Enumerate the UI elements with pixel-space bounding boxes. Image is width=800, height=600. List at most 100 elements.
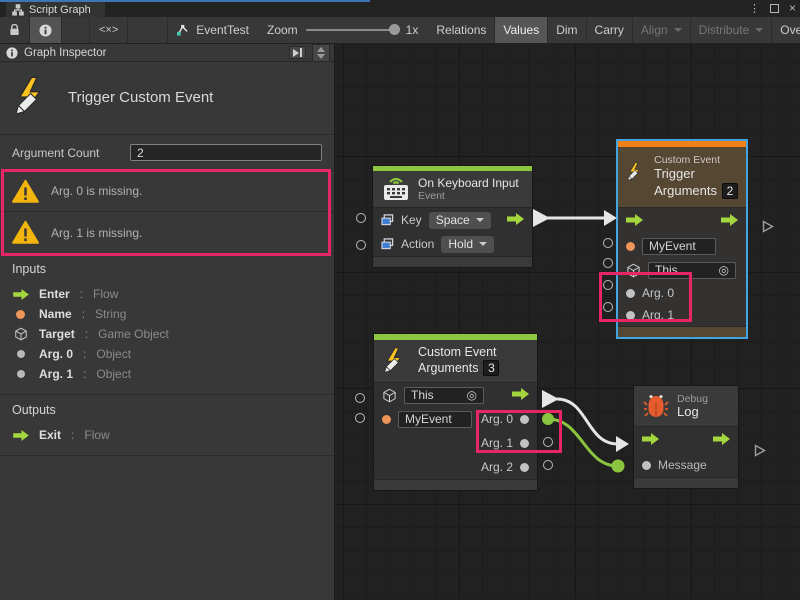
dim-button[interactable]: Dim [548,17,586,43]
object-port-icon[interactable] [626,289,635,298]
trigger-target-input-port[interactable] [603,258,613,268]
object-port-icon[interactable] [642,461,651,470]
bug-icon [643,393,669,419]
string-port-icon[interactable] [382,415,391,424]
object-port-icon[interactable] [520,439,529,448]
object-port-icon[interactable] [520,463,529,472]
flow-row [618,208,746,234]
node-on-keyboard-input[interactable]: On Keyboard Input Event Key Space [372,165,533,268]
node-subtitle: Event [418,190,519,202]
target-field[interactable]: This ◎ [648,262,736,279]
action-dropdown[interactable]: Hold [441,236,494,253]
dim-label: Dim [556,23,577,37]
info-icon [6,47,18,59]
close-icon[interactable]: × [789,4,796,13]
flow-out-port[interactable] [721,214,738,229]
values-label: Values [503,23,539,37]
chevron-down-icon [755,28,763,32]
object-port-icon[interactable] [520,415,529,424]
values-button[interactable]: Values [495,17,548,43]
inspector-header: Graph Inspector [0,44,334,62]
customevent-arg2-output-port[interactable] [543,460,553,470]
graph-inspector-panel: Graph Inspector Trigger Custom Event Arg… [0,44,335,600]
object-picker-icon[interactable]: ◎ [467,388,477,402]
flow-out-port[interactable] [507,213,524,228]
target-value: This [655,263,678,277]
distribute-label: Distribute [699,23,750,37]
window-menu-icon[interactable]: ⋮ [749,2,760,15]
trigger-arg0-input-port[interactable] [603,280,613,290]
overview-button[interactable]: Overview [772,17,800,43]
keyboard-action-input-port[interactable] [356,240,366,250]
argument-count-input[interactable] [130,144,322,161]
tab-script-graph[interactable]: Script Graph [6,2,105,17]
inspector-toggle-button[interactable] [30,17,62,43]
distribute-button[interactable]: Distribute [691,17,773,43]
flow-out-port[interactable] [713,433,730,448]
node-custom-event[interactable]: Custom Event Arguments 3 This◎ MyEvent [373,333,538,491]
keyboard-icon [382,176,410,202]
arguments-count-field[interactable]: 2 [722,183,738,199]
inspector-title: Graph Inspector [24,47,106,59]
gameobject-cube-icon[interactable] [626,263,641,278]
flow-out-port[interactable] [512,388,529,403]
gameobject-cube-icon[interactable] [382,388,397,403]
pin-separator: : [71,428,74,442]
flow-in-port[interactable] [642,433,659,448]
graph-canvas[interactable]: On Keyboard Input Event Key Space [336,44,800,600]
scroll-spinner[interactable] [312,44,330,62]
align-button[interactable]: Align [633,17,691,43]
arguments-label: Arguments [418,359,478,377]
string-port-icon[interactable] [626,242,635,251]
zoom-slider[interactable] [306,29,398,31]
graph-breadcrumb[interactable]: EventTest [168,17,257,43]
customevent-name-input-port[interactable] [355,413,365,423]
customevent-target-input-port[interactable] [355,393,365,403]
carry-button[interactable]: Carry [587,17,633,43]
debug-flow-out-connector[interactable] [745,438,754,450]
event-name-field[interactable]: MyEvent [398,411,472,428]
event-name-field[interactable]: MyEvent [642,238,716,255]
trigger-arg1-input-port[interactable] [603,302,613,312]
key-dropdown[interactable]: Space [429,212,491,229]
customevent-arg1-output-port[interactable] [543,437,553,447]
collapse-panel-button[interactable] [289,46,306,59]
lock-button[interactable] [0,17,30,43]
action-port-row: Action Hold [373,232,532,256]
message-label: Message [658,458,707,472]
outputs-heading: Outputs [12,403,322,417]
toolbar-spacer [62,17,90,43]
target-field[interactable]: This◎ [404,387,484,404]
trigger-flow-out-connector[interactable] [753,214,762,226]
arguments-count-field[interactable]: 3 [483,360,499,376]
pin-name: Arg. 1 [39,367,73,381]
pin-separator: : [83,347,86,361]
flow-in-port[interactable] [626,214,643,229]
warning-text: Arg. 0 is missing. [51,184,142,198]
pin-type: String [95,307,126,321]
object-picker-icon[interactable]: ◎ [719,263,729,277]
enum-icon [381,238,394,250]
maximize-icon[interactable] [770,4,779,13]
object-port-icon[interactable] [626,311,635,320]
outputs-section: Outputs Exit : Flow [0,395,334,456]
flow-arrow-icon [12,430,29,441]
node-trigger-custom-event[interactable]: Custom Event Trigger Arguments 2 MyEvent [616,139,748,339]
tab-label: Script Graph [29,4,91,16]
arg0-label: Arg. 0 [642,286,674,300]
inputs-section: Inputs Enter : Flow Name : String Target… [0,253,334,395]
trigger-name-input-port[interactable] [603,238,613,248]
carry-label: Carry [595,23,624,37]
code-view-button[interactable]: <×> [90,17,128,43]
pin-row-target: Target : Game Object [12,324,322,344]
keyboard-key-input-port[interactable] [356,213,366,223]
pin-type: Object [96,367,131,381]
node-debug-log[interactable]: Debug Log Message [633,385,739,489]
code-icon: <×> [99,24,118,36]
relations-button[interactable]: Relations [428,17,495,43]
zoom-slider-thumb[interactable] [389,24,400,35]
warnings-box: Arg. 0 is missing. Arg. 1 is missing. [0,170,334,253]
script-graph-window: Script Graph ⋮ × <×> [0,0,800,600]
custom-event-icon [12,76,54,118]
toolbar-right-group: Relations Values Dim Carry Align Distrib… [428,17,800,43]
